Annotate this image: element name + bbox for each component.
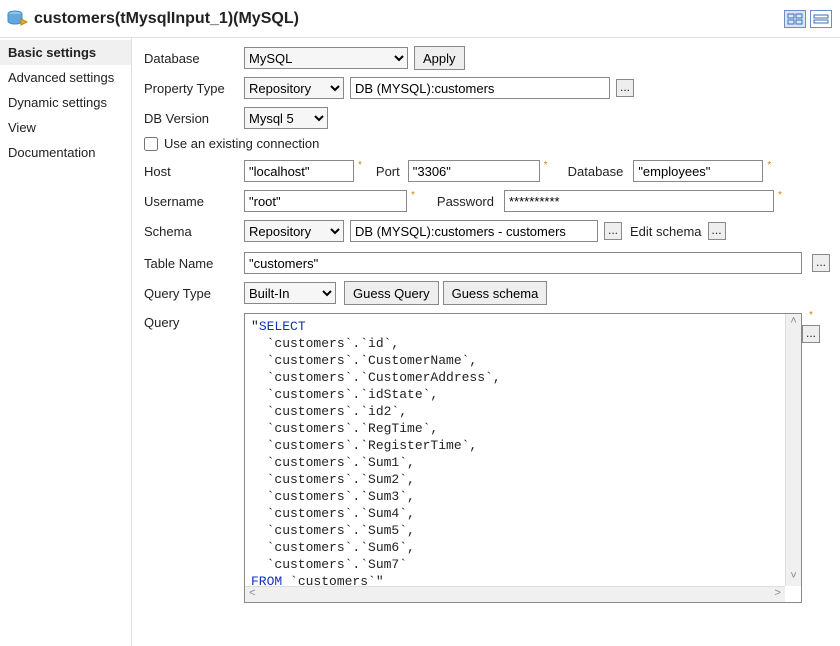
- edit-query-button[interactable]: ...: [802, 325, 820, 343]
- scroll-down-icon: ˅: [790, 569, 797, 586]
- sidebar-item-dynamic[interactable]: Dynamic settings: [0, 90, 131, 115]
- database-select[interactable]: MySQL: [244, 47, 408, 69]
- label-port: Port: [376, 164, 400, 179]
- label-host: Host: [144, 164, 244, 179]
- edit-schema-button[interactable]: ...: [708, 222, 726, 240]
- header-bar: customers(tMysqlInput_1)(MySQL): [0, 0, 840, 38]
- db-version-select[interactable]: Mysql 5: [244, 107, 328, 129]
- database-input[interactable]: [633, 160, 763, 182]
- label-property-type: Property Type: [144, 81, 244, 96]
- sidebar-item-basic[interactable]: Basic settings: [0, 40, 131, 65]
- label-db-version: DB Version: [144, 111, 244, 126]
- required-marker: *: [767, 160, 771, 171]
- label-query: Query: [144, 311, 244, 330]
- query-scrollbar-vertical[interactable]: ˄˅: [785, 314, 801, 586]
- query-scrollbar-horizontal[interactable]: <>: [245, 586, 785, 602]
- query-type-select[interactable]: Built-In: [244, 282, 336, 304]
- form-panel: Database MySQL Apply Property Type Repos…: [132, 38, 840, 646]
- scroll-up-icon: ˄: [790, 314, 797, 331]
- schema-repo-field[interactable]: [350, 220, 598, 242]
- label-edit-schema: Edit schema: [630, 224, 702, 239]
- property-type-select[interactable]: Repository: [244, 77, 344, 99]
- property-repo-field[interactable]: [350, 77, 610, 99]
- guess-query-button[interactable]: Guess Query: [344, 281, 439, 305]
- scroll-right-icon: >: [774, 586, 781, 603]
- browse-schema-button[interactable]: ...: [604, 222, 622, 240]
- label-schema: Schema: [144, 224, 244, 239]
- required-marker: *: [809, 311, 813, 321]
- label-query-type: Query Type: [144, 286, 244, 301]
- existing-connection-checkbox[interactable]: [144, 137, 158, 151]
- host-input[interactable]: [244, 160, 354, 182]
- database-icon: [6, 10, 28, 28]
- label-existing-connection: Use an existing connection: [164, 136, 319, 151]
- guess-schema-button[interactable]: Guess schema: [443, 281, 548, 305]
- browse-table-button[interactable]: ...: [812, 254, 830, 272]
- required-marker: *: [358, 160, 362, 171]
- label-password: Password: [437, 194, 494, 209]
- browse-property-button[interactable]: ...: [616, 79, 634, 97]
- label-database: Database: [144, 51, 244, 66]
- table-name-input[interactable]: [244, 252, 802, 274]
- required-marker: *: [778, 190, 782, 201]
- label-database2: Database: [568, 164, 624, 179]
- window-title: customers(tMysqlInput_1)(MySQL): [34, 10, 299, 28]
- sidebar-item-advanced[interactable]: Advanced settings: [0, 65, 131, 90]
- required-marker: *: [544, 160, 548, 171]
- apply-button[interactable]: Apply: [414, 46, 465, 70]
- view-mode-rows[interactable]: [810, 10, 832, 28]
- schema-select[interactable]: Repository: [244, 220, 344, 242]
- label-username: Username: [144, 194, 244, 209]
- label-table: Table Name: [144, 256, 244, 271]
- scroll-left-icon: <: [249, 586, 256, 603]
- password-input[interactable]: [504, 190, 774, 212]
- sidebar-item-doc[interactable]: Documentation: [0, 140, 131, 165]
- query-textarea[interactable]: "SELECT `customers`.`id`, `customers`.`C…: [244, 313, 802, 603]
- sidebar: Basic settings Advanced settings Dynamic…: [0, 38, 132, 646]
- view-mode-grid[interactable]: [784, 10, 806, 28]
- username-input[interactable]: [244, 190, 407, 212]
- sidebar-item-view[interactable]: View: [0, 115, 131, 140]
- required-marker: *: [411, 190, 415, 201]
- port-input[interactable]: [408, 160, 540, 182]
